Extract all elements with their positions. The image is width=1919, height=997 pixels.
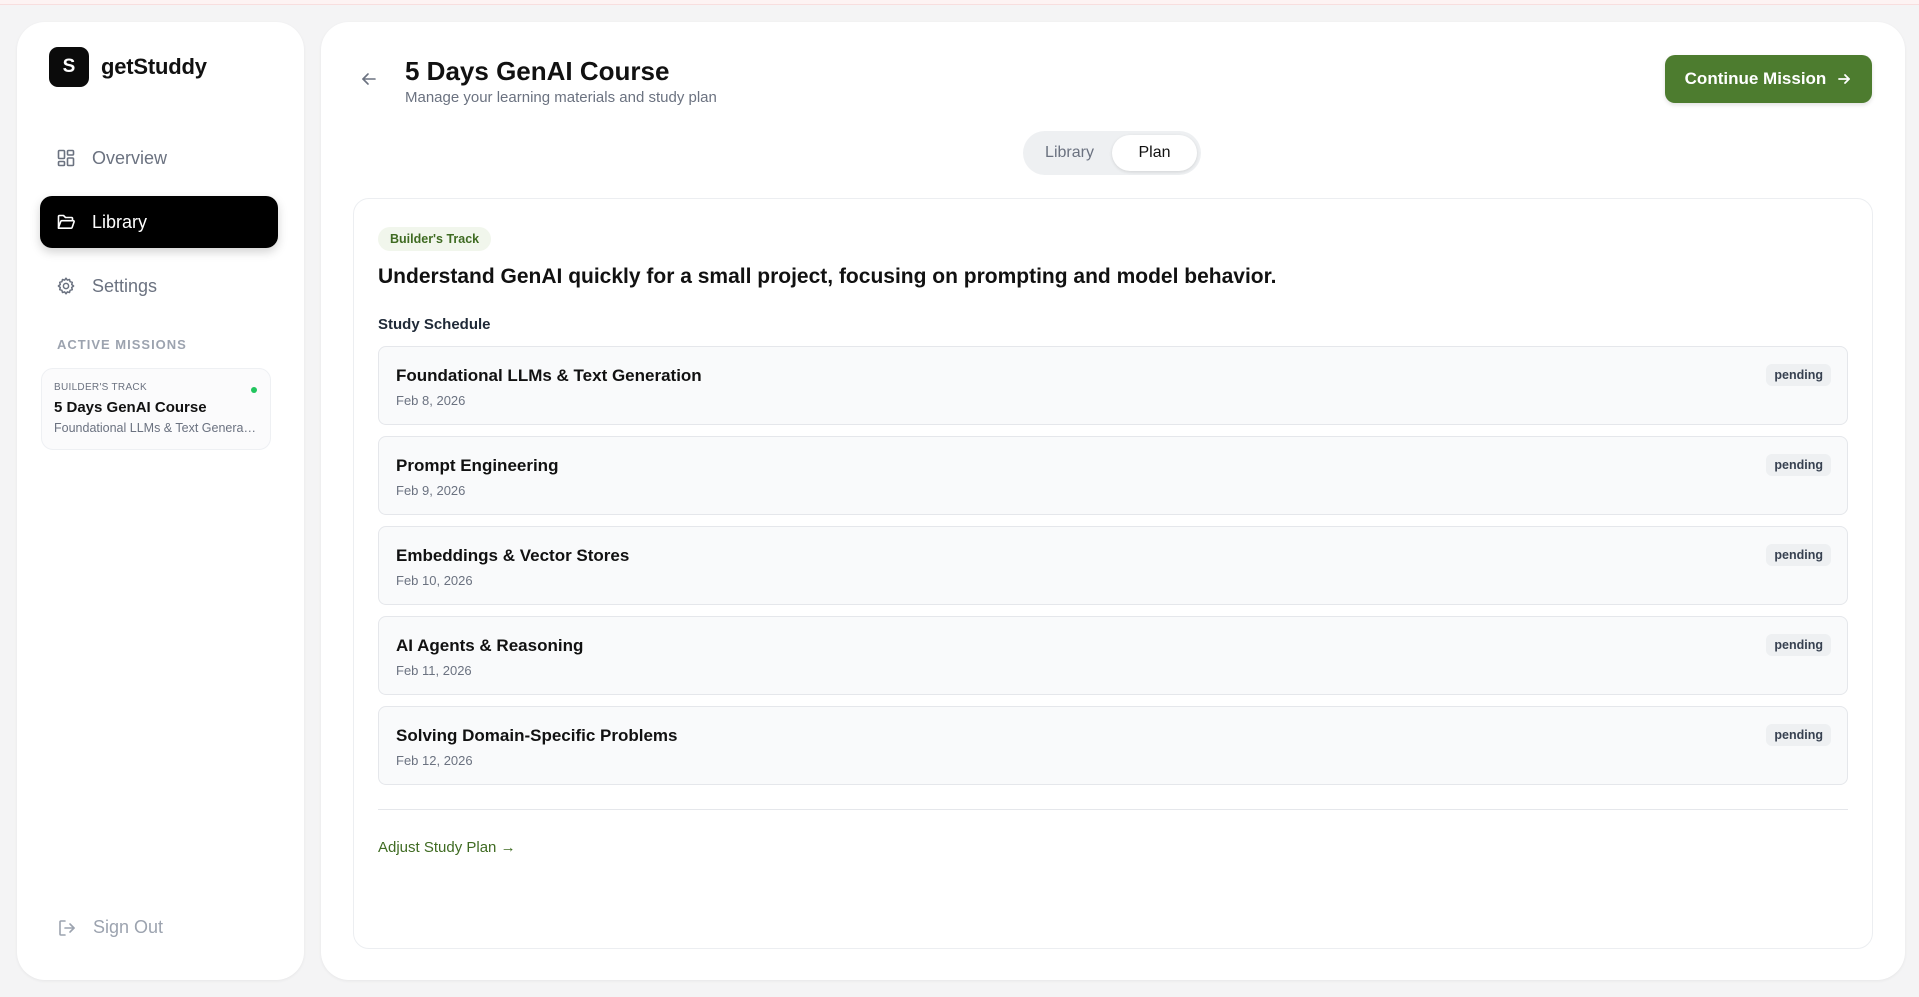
active-missions-heading: ACTIVE MISSIONS — [57, 337, 187, 352]
status-badge: pending — [1766, 634, 1831, 656]
back-arrow-icon[interactable] — [359, 69, 379, 89]
list-item[interactable]: Prompt Engineering Feb 9, 2026 pending — [378, 436, 1848, 515]
track-badge: Builder's Track — [378, 227, 492, 251]
session-title: Solving Domain-Specific Problems — [396, 726, 678, 745]
list-item[interactable]: Foundational LLMs & Text Generation Feb … — [378, 346, 1848, 425]
tab-plan[interactable]: Plan — [1112, 135, 1197, 171]
grid-icon — [57, 149, 75, 167]
status-badge: pending — [1766, 544, 1831, 566]
mission-title: 5 Days GenAI Course — [54, 399, 207, 416]
continue-mission-label: Continue Mission — [1684, 69, 1827, 88]
session-date: Feb 8, 2026 — [396, 393, 466, 408]
sidebar-item-library[interactable]: Library — [40, 196, 278, 248]
brand-name: getStuddy — [101, 54, 207, 79]
session-title: Foundational LLMs & Text Generation — [396, 366, 702, 385]
divider — [378, 809, 1848, 810]
session-date: Feb 9, 2026 — [396, 483, 466, 498]
view-tabs: Library Plan — [1023, 131, 1201, 175]
mission-card[interactable]: BUILDER'S TRACK 5 Days GenAI Course Foun… — [41, 368, 271, 450]
plan-goal: Understand GenAI quickly for a small pro… — [378, 265, 1277, 288]
status-badge: pending — [1766, 724, 1831, 746]
session-title: Embeddings & Vector Stores — [396, 546, 630, 565]
top-border — [0, 0, 1919, 5]
mission-track: BUILDER'S TRACK — [54, 382, 147, 393]
sign-out-button[interactable]: Sign Out — [57, 917, 163, 938]
sidebar-item-label: Overview — [92, 147, 168, 168]
arrow-right-icon — [1838, 74, 1851, 84]
logout-icon — [59, 919, 75, 936]
list-item[interactable]: Embeddings & Vector Stores Feb 10, 2026 … — [378, 526, 1848, 605]
gear-icon — [57, 277, 75, 295]
session-date: Feb 11, 2026 — [396, 663, 472, 678]
sign-out-label: Sign Out — [93, 917, 164, 937]
sidebar-nav: Overview Library Settings — [40, 132, 278, 324]
folder-open-icon — [57, 214, 75, 229]
adjust-study-plan-link[interactable]: Adjust Study Plan → — [378, 839, 516, 856]
tab-library[interactable]: Library — [1027, 135, 1112, 171]
study-plan-card: Builder's Track Understand GenAI quickly… — [353, 198, 1873, 949]
status-dot — [251, 387, 257, 393]
mission-subtitle: Foundational LLMs & Text Generation — [54, 421, 259, 435]
status-badge: pending — [1766, 364, 1831, 386]
session-date: Feb 10, 2026 — [396, 573, 473, 588]
main-panel: 5 Days GenAI Course Manage your learning… — [321, 22, 1905, 980]
brand[interactable]: S getStuddy — [49, 47, 207, 87]
sidebar-item-settings[interactable]: Settings — [40, 260, 278, 312]
study-schedule-heading: Study Schedule — [378, 316, 491, 333]
sidebar-item-label: Settings — [92, 275, 158, 296]
list-item[interactable]: Solving Domain-Specific Problems Feb 12,… — [378, 706, 1848, 785]
page-title: 5 Days GenAI Course — [405, 56, 670, 86]
session-date: Feb 12, 2026 — [396, 753, 473, 768]
sidebar-item-label: Library — [92, 211, 148, 232]
session-title: AI Agents & Reasoning — [396, 636, 584, 655]
list-item[interactable]: AI Agents & Reasoning Feb 11, 2026 pendi… — [378, 616, 1848, 695]
page-subtitle: Manage your learning materials and study… — [405, 89, 717, 106]
brand-logo: S — [49, 47, 89, 87]
status-badge: pending — [1766, 454, 1831, 476]
sidebar: S getStuddy Overview Library Settings AC… — [17, 22, 304, 980]
session-list: Foundational LLMs & Text Generation Feb … — [378, 346, 1848, 796]
sidebar-item-overview[interactable]: Overview — [40, 132, 278, 184]
continue-mission-button[interactable]: Continue Mission — [1665, 55, 1872, 103]
session-title: Prompt Engineering — [396, 456, 559, 475]
